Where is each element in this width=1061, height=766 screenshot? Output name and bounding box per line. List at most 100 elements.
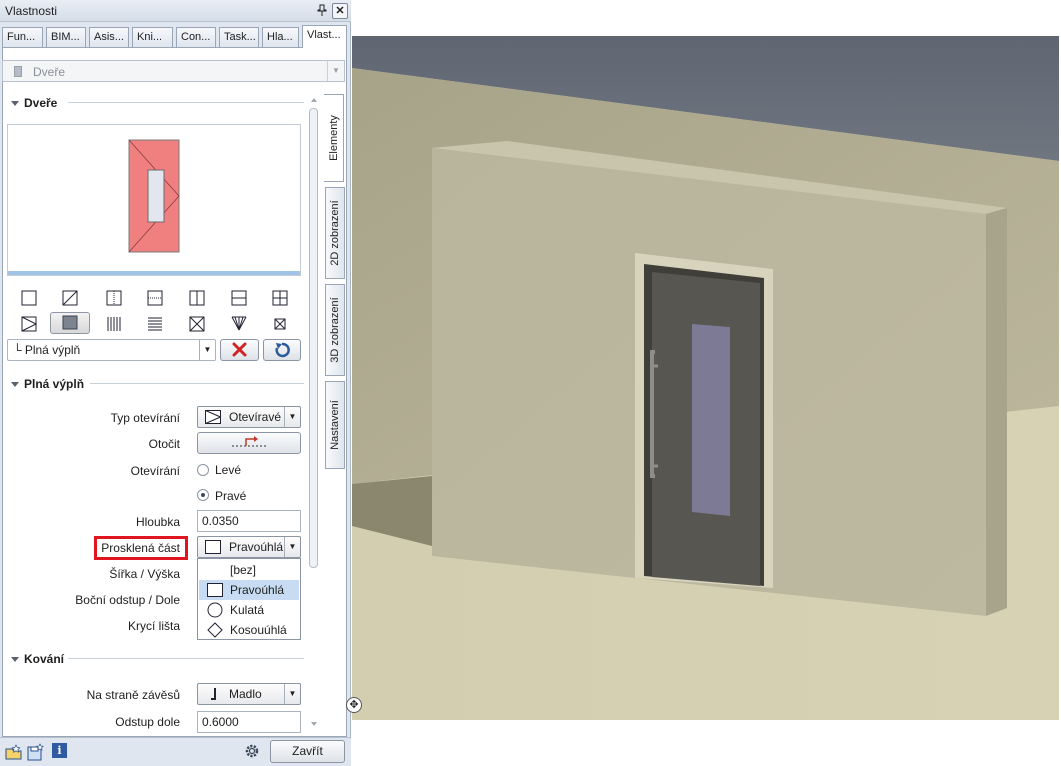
glass-diagonal-icon[interactable] [60, 288, 80, 308]
chevron-down-icon: ▼ [284, 407, 300, 427]
glass-vertical-bars-icon[interactable] [104, 314, 124, 334]
option-pravouhla[interactable]: Pravoúhlá [199, 580, 299, 600]
glass-part-value: Pravoúhlá [229, 540, 283, 554]
3d-viewport[interactable] [352, 36, 1059, 720]
label-bocni-odstup: Boční odstup / Dole [75, 593, 180, 607]
side-tab-elementy[interactable]: Elementy [324, 94, 344, 182]
glass-vertical-line-icon[interactable] [104, 288, 124, 308]
bottom-toolbar: i Zavřít [0, 737, 351, 766]
tab-properties[interactable]: Vlast... [302, 25, 347, 48]
glass-horizontal-bars-icon[interactable] [145, 314, 165, 334]
option-bez[interactable]: [bez] [199, 560, 299, 580]
glass-horizontal-split-icon[interactable] [229, 288, 249, 308]
label-odstup-dole: Odstup dole [115, 715, 180, 729]
panel-titlebar: Vlastnosti ✕ [0, 0, 351, 22]
element-selector[interactable]: Dveře ▼ [2, 60, 345, 82]
3d-scene [352, 36, 1059, 720]
side-tab-nastaveni[interactable]: Nastavení [325, 381, 345, 469]
glass-part-dropdown-list: [bez] Pravoúhlá Kulatá Kosouúhlá [197, 558, 301, 640]
tab-bim[interactable]: BIM... [46, 27, 86, 47]
glass-solid-fill-button[interactable] [50, 312, 90, 334]
door-preview-image [128, 139, 180, 253]
glass-cross-split-icon[interactable] [270, 288, 290, 308]
door-preview [7, 124, 301, 276]
glass-fan-icon[interactable] [229, 314, 249, 334]
chevron-down-icon: ▼ [199, 340, 215, 360]
handle-icon [211, 688, 216, 700]
close-button[interactable]: Zavřít [270, 740, 345, 763]
radio-prave-label: Pravé [215, 489, 247, 503]
glass-triangle-icon[interactable] [19, 314, 39, 334]
glass-horizontal-line-icon[interactable] [145, 288, 165, 308]
collapse-icon[interactable] [11, 382, 19, 387]
close-icon[interactable]: ✕ [332, 3, 348, 19]
flip-icon [232, 436, 268, 447]
glass-none-icon[interactable] [19, 288, 39, 308]
chevron-down-icon: ▼ [284, 684, 300, 704]
section-title-kovani: Kování [24, 652, 65, 666]
door-icon [14, 66, 22, 77]
radio-prave[interactable] [197, 489, 209, 501]
properties-panel: Vlastnosti ✕ Fun... BIM... Asis... Kni..… [0, 0, 351, 766]
divider [68, 658, 304, 659]
collapse-icon[interactable] [11, 101, 19, 106]
delete-icon [232, 342, 247, 357]
section-title-dvere: Dveře [24, 96, 58, 110]
flip-button[interactable] [197, 432, 301, 454]
label-otevirani: Otevírání [130, 464, 180, 478]
glass-part-dropdown[interactable]: Pravoúhlá ▼ [197, 536, 301, 558]
opening-type-value: Otevíravé [229, 410, 282, 424]
offset-bottom-input[interactable]: 0.6000 [197, 711, 301, 733]
label-typ-otevirani: Typ otevírání [110, 411, 180, 425]
opening-type-dropdown[interactable]: Otevíravé ▼ [197, 406, 301, 428]
scroll-up-icon[interactable] [311, 98, 317, 102]
glass-x-cross-icon[interactable] [187, 314, 207, 334]
save-favorites-icon[interactable] [27, 743, 45, 764]
label-kryci-lista: Krycí lišta [127, 619, 180, 633]
circle-icon [207, 602, 223, 618]
tab-library[interactable]: Kni... [132, 27, 173, 47]
tab-layers[interactable]: Hla... [262, 27, 299, 47]
open-favorites-icon[interactable] [5, 743, 23, 764]
option-kosouhla[interactable]: Kosouúhlá [199, 620, 299, 640]
depth-input[interactable]: 0.0350 [197, 510, 301, 532]
opening-type-icon [205, 410, 221, 424]
glass-vertical-split-icon[interactable] [187, 288, 207, 308]
element-selector-value: Dveře [33, 65, 66, 79]
section-title-plna-vypln: Plná výplň [24, 377, 85, 391]
label-na-strane-zavesu: Na straně závěsů [86, 688, 180, 702]
info-icon[interactable]: i [52, 743, 67, 758]
tab-assistant[interactable]: Asis... [89, 27, 129, 47]
chevron-down-icon: ▼ [284, 537, 300, 557]
chevron-down-icon: ▼ [327, 61, 344, 81]
panel-title: Vlastnosti [5, 4, 58, 18]
reset-button[interactable] [263, 339, 301, 361]
tab-connect[interactable]: Con... [176, 27, 216, 47]
preview-resize-bar[interactable] [8, 271, 300, 275]
scrollbar-thumb[interactable] [309, 108, 318, 568]
tab-strip: Fun... BIM... Asis... Kni... Con... Task… [2, 25, 349, 48]
fill-type-selector[interactable]: └ Plná výplň ▼ [7, 339, 216, 361]
navigation-icon[interactable]: ✥ [346, 697, 362, 713]
radio-leve[interactable] [197, 464, 209, 476]
label-otocit: Otočit [148, 437, 180, 451]
undo-icon [275, 342, 290, 358]
rectangle-icon [205, 540, 221, 554]
side-tab-3d[interactable]: 3D zobrazení [325, 284, 345, 376]
glass-small-cross-icon[interactable] [270, 314, 290, 334]
scroll-down-icon[interactable] [311, 722, 317, 726]
tab-functions[interactable]: Fun... [2, 27, 43, 47]
label-hloubka: Hloubka [135, 515, 180, 529]
collapse-icon[interactable] [11, 657, 19, 662]
option-kulata[interactable]: Kulatá [199, 600, 299, 620]
pin-icon[interactable] [314, 3, 330, 19]
delete-button[interactable] [220, 339, 259, 361]
scrollbar[interactable] [309, 94, 319, 734]
label-prosklena-cast: Prosklená část [101, 541, 180, 555]
side-tab-2d[interactable]: 2D zobrazení [325, 187, 345, 279]
gear-icon[interactable] [243, 742, 261, 763]
hinge-side-dropdown[interactable]: Madlo ▼ [197, 683, 301, 705]
label-sirka-vyska: Šířka / Výška [109, 567, 180, 581]
tab-tasks[interactable]: Task... [219, 27, 259, 47]
rectangle-icon [207, 583, 223, 597]
